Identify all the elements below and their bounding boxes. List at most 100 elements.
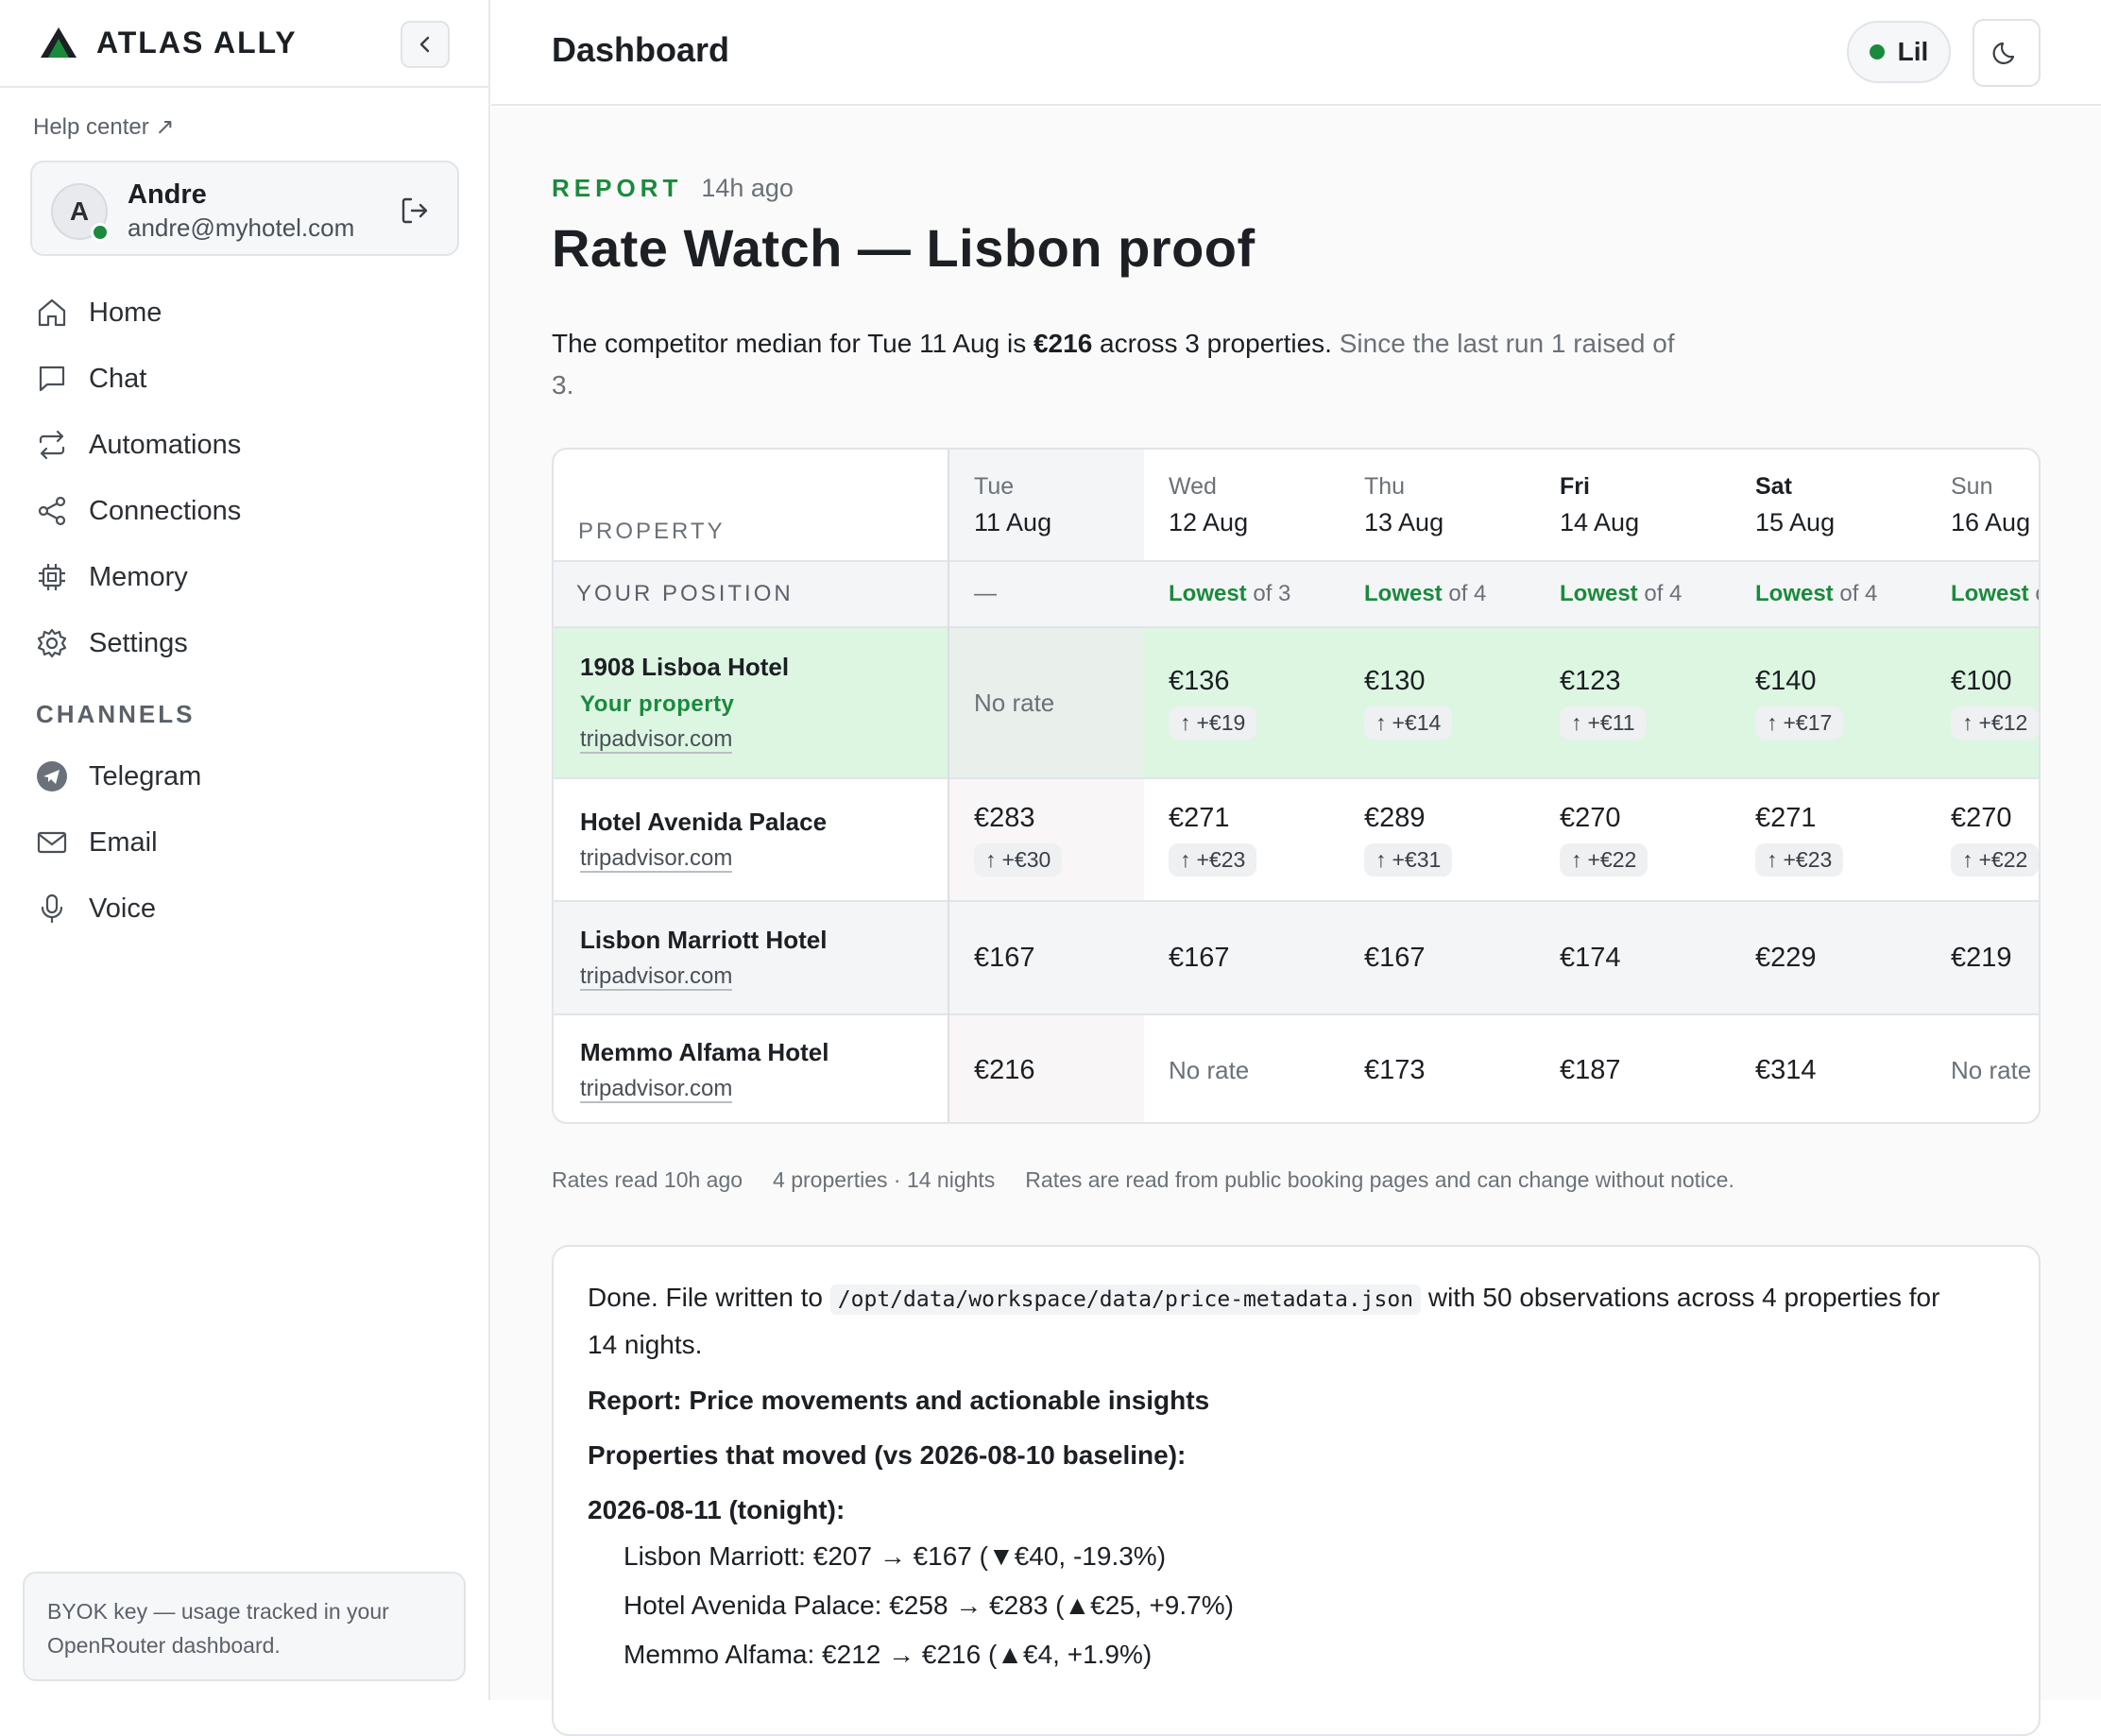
nav-label: Settings — [89, 627, 188, 658]
day-date: 14 Aug — [1560, 507, 1640, 536]
position-value: Lowest — [1364, 581, 1443, 606]
message-subheading: Properties that moved (vs 2026-08-10 bas… — [588, 1440, 1187, 1470]
microphone-icon — [34, 891, 70, 927]
rate-change: +€22 — [1978, 847, 2028, 872]
logout-icon[interactable] — [399, 195, 431, 227]
channel-item-email[interactable]: Email — [34, 809, 459, 876]
channels-nav: Telegram Email Voice — [34, 743, 459, 942]
channel-label: Telegram — [89, 760, 202, 791]
arrow-up-icon: ↑ — [1571, 710, 1582, 735]
rate-value: €271 — [1755, 803, 1817, 833]
rate-cell: €123 ↑ +€11 — [1535, 627, 1731, 778]
rate-change: +€22 — [1587, 847, 1637, 872]
rate-change-badge: ↑ +€30 — [974, 843, 1063, 877]
movement-line: Hotel Avenida Palace: €258 → €283 (▲€25,… — [623, 1591, 1234, 1620]
help-center-link[interactable]: Help center ↗ — [33, 113, 175, 141]
nav-item-automations[interactable]: Automations — [34, 412, 459, 478]
rate-change-badge: ↑ +€31 — [1364, 843, 1453, 877]
rate-cell: €271 ↑ +€23 — [1731, 778, 1926, 901]
rate-value: €173 — [1364, 1055, 1426, 1085]
rate-change-badge: ↑ +€12 — [1951, 706, 2039, 740]
rate-cell: €130 ↑ +€14 — [1340, 627, 1535, 778]
property-source-link[interactable]: tripadvisor.com — [580, 963, 733, 991]
position-cell: Lowest of 4 — [1535, 561, 1731, 627]
rate-change: +€17 — [1783, 710, 1833, 735]
arrow-up-icon: ↑ — [1767, 847, 1778, 872]
rate-cell: €174 — [1535, 901, 1731, 1014]
rate-table-container[interactable]: PROPERTY Tue 11 Aug Wed 12 Aug Thu 13 Aug F… — [552, 448, 2041, 1124]
property-cell: Lisbon Marriott Hotel tripadvisor.com — [554, 901, 949, 1014]
collapse-sidebar-button[interactable] — [401, 21, 450, 68]
theme-toggle-button[interactable] — [1973, 19, 2041, 87]
rate-change: +€31 — [1392, 847, 1442, 872]
property-source-link[interactable]: tripadvisor.com — [580, 845, 733, 873]
rate-value: €219 — [1951, 942, 2012, 973]
nav-label: Memory — [89, 561, 188, 592]
rate-cell: No rate — [1926, 1014, 2039, 1122]
arrow-up-icon: ↑ — [1180, 847, 1191, 872]
report-age: 14h ago — [701, 174, 794, 202]
rate-cell: €100 ↑ +€12 — [1926, 627, 2039, 778]
property-name: 1908 Lisboa Hotel — [580, 652, 790, 681]
nav-item-memory[interactable]: Memory — [34, 544, 459, 610]
settings-icon — [34, 625, 70, 661]
channel-item-voice[interactable]: Voice — [34, 876, 459, 942]
column-header-day: Fri 14 Aug — [1535, 450, 1731, 561]
movement-line: Lisbon Marriott: €207 → €167 (▼€40, -19.… — [623, 1541, 1167, 1571]
rate-value: €100 — [1951, 666, 2012, 696]
rate-change: +€12 — [1978, 710, 2028, 735]
rate-change-badge: ↑ +€14 — [1364, 706, 1453, 740]
rates-disclaimer: Rates are read from public booking pages… — [1025, 1167, 1734, 1192]
nav-item-chat[interactable]: Chat — [34, 346, 459, 412]
column-header-day: Sat 15 Aug — [1731, 450, 1926, 561]
day-date: 12 Aug — [1169, 507, 1249, 536]
rate-change-badge: ↑ +€23 — [1755, 843, 1844, 877]
report-title: Rate Watch — Lisbon proof — [552, 218, 1255, 278]
chevron-left-icon — [419, 36, 430, 53]
rate-value: €229 — [1755, 942, 1817, 973]
connections-icon — [34, 493, 70, 529]
main-nav: Home Chat Automations Connections Memory… — [34, 280, 459, 676]
arrow-up-icon: ↑ — [1767, 710, 1778, 735]
property-name: Memmo Alfama Hotel — [580, 1038, 829, 1066]
rate-value: €140 — [1755, 666, 1817, 696]
rate-change-badge: ↑ +€11 — [1560, 706, 1647, 740]
property-cell: Memmo Alfama Hotel tripadvisor.com — [554, 1014, 949, 1122]
channel-item-telegram[interactable]: Telegram — [34, 743, 459, 809]
user-card: A Andre andre@myhotel.com — [30, 161, 459, 256]
nav-item-home[interactable]: Home — [34, 280, 459, 346]
rate-cell: €283 ↑ +€30 — [948, 778, 1144, 901]
rate-cell: €167 — [948, 901, 1144, 1014]
nav-label: Home — [89, 297, 162, 328]
property-source-link[interactable]: tripadvisor.com — [580, 726, 733, 754]
day-of-week: Tue — [974, 472, 1015, 500]
position-value: Lowest — [1755, 581, 1834, 606]
day-date: 16 Aug — [1951, 507, 2031, 536]
brand-name: ATLAS ALLY — [96, 26, 298, 60]
rate-change-badge: ↑ +€19 — [1169, 706, 1257, 740]
telegram-icon — [34, 758, 70, 794]
user-chip[interactable]: Lil — [1847, 21, 1951, 83]
position-label: YOUR POSITION — [554, 561, 949, 627]
property-source-link[interactable]: tripadvisor.com — [580, 1077, 733, 1103]
table-row: Hotel Avenida Palace tripadvisor.com €28… — [554, 778, 2039, 901]
rate-cell: €271 ↑ +€23 — [1144, 778, 1340, 901]
rate-value: €130 — [1364, 666, 1426, 696]
day-of-week: Fri — [1560, 472, 1590, 500]
nav-label: Automations — [89, 429, 242, 460]
rate-value: €271 — [1169, 803, 1230, 833]
table-row-own-property: 1908 Lisboa Hotel Your property tripadvi… — [554, 627, 2039, 778]
top-bar: Dashboard Lil — [491, 0, 2101, 106]
property-name: Lisbon Marriott Hotel — [580, 925, 828, 954]
day-date: 11 Aug — [974, 507, 1052, 536]
rate-table: PROPERTY Tue 11 Aug Wed 12 Aug Thu 13 Aug F… — [554, 450, 2039, 1122]
rate-cell: €136 ↑ +€19 — [1144, 627, 1340, 778]
nav-item-settings[interactable]: Settings — [34, 610, 459, 676]
rate-value: €216 — [974, 1055, 1035, 1085]
rate-change-badge: ↑ +€17 — [1755, 706, 1844, 740]
nav-label: Chat — [89, 363, 147, 394]
nav-item-connections[interactable]: Connections — [34, 478, 459, 544]
message-heading: Report: Price movements and actionable i… — [588, 1386, 1210, 1415]
report-eyebrow: REPORT 14h ago — [552, 174, 794, 203]
message-intro: Done. File written to /opt/data/workspac… — [588, 1275, 1967, 1368]
